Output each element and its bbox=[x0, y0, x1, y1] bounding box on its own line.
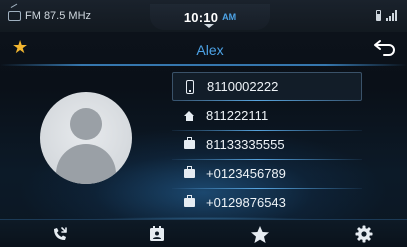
phone-number-row-work[interactable]: 81133335555 bbox=[172, 130, 362, 160]
settings-button[interactable] bbox=[344, 220, 384, 247]
clock[interactable]: 10:10 AM bbox=[150, 4, 270, 30]
phone-number-list: 8110002222 811222111 81133335555 +012345… bbox=[172, 72, 362, 217]
header-divider bbox=[0, 64, 407, 66]
contacts-book-icon bbox=[150, 226, 164, 241]
back-arrow-icon bbox=[374, 40, 395, 56]
settings-gear-icon bbox=[355, 225, 373, 243]
radio-label: FM 87.5 MHz bbox=[25, 10, 92, 22]
status-bar: FM 87.5 MHz 10:10 AM bbox=[0, 0, 407, 32]
battery-icon bbox=[376, 10, 381, 21]
phone-number: +0123456789 bbox=[206, 166, 286, 181]
clock-ampm: AM bbox=[222, 12, 237, 22]
phone-number-row-home[interactable]: 811222111 bbox=[172, 101, 362, 131]
chevron-down-icon bbox=[204, 24, 214, 28]
back-button[interactable] bbox=[373, 38, 397, 58]
phone-number-row-mobile[interactable]: 8110002222 bbox=[172, 72, 362, 101]
phone-number: 811222111 bbox=[206, 108, 269, 123]
mobile-icon bbox=[186, 79, 194, 94]
phone-contact-detail-screen: FM 87.5 MHz 10:10 AM ★ Alex 8110002222 8… bbox=[0, 0, 407, 247]
star-icon[interactable]: ★ bbox=[12, 38, 28, 56]
phone-number-row-work[interactable]: +0123456789 bbox=[172, 159, 362, 189]
contacts-book-button[interactable] bbox=[137, 220, 177, 247]
recent-calls-icon bbox=[54, 227, 67, 240]
radio-status[interactable]: FM 87.5 MHz bbox=[8, 8, 91, 24]
work-icon bbox=[183, 195, 195, 207]
contact-name: Alex bbox=[196, 42, 224, 58]
home-icon bbox=[183, 110, 195, 121]
phone-number-row-work[interactable]: +0129876543 bbox=[172, 188, 362, 217]
clock-time: 10:10 bbox=[183, 9, 219, 25]
bottom-nav-bar bbox=[0, 219, 407, 247]
favorites-star-icon bbox=[251, 225, 269, 243]
avatar-placeholder-icon bbox=[40, 92, 132, 184]
phone-number: 81133335555 bbox=[206, 137, 285, 152]
signal-icon bbox=[386, 10, 397, 21]
status-indicators bbox=[376, 9, 397, 21]
favorites-button[interactable] bbox=[240, 220, 280, 247]
phone-number: +0129876543 bbox=[206, 195, 286, 210]
phone-number: 8110002222 bbox=[207, 79, 279, 94]
work-icon bbox=[183, 166, 195, 178]
recent-calls-button[interactable] bbox=[40, 220, 80, 247]
work-icon bbox=[183, 137, 195, 149]
radio-icon bbox=[8, 11, 21, 21]
